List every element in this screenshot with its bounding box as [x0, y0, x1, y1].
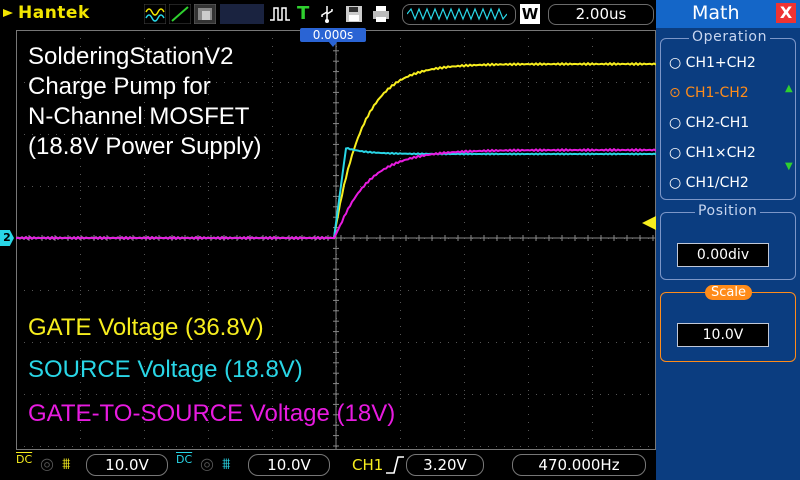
print-icon[interactable] — [370, 4, 392, 24]
persistence-icon[interactable] — [194, 4, 216, 24]
operation-label: CH1-CH2 — [685, 85, 749, 101]
ch1-bandwidth-icon: ◎ — [40, 454, 54, 473]
ch1-probe-icon: ⩩ — [62, 454, 71, 473]
frequency-readout: 470.000Hz — [512, 454, 646, 476]
legend-gate: GATE Voltage (36.8V) — [28, 314, 264, 341]
legend-source: SOURCE Voltage (18.8V) — [28, 356, 303, 383]
window-mode-indicator[interactable]: W — [520, 4, 540, 24]
ch2-probe-icon: ⩩ — [222, 454, 231, 473]
trigger-level-readout[interactable]: 3.20V — [406, 454, 484, 476]
waveform-display[interactable]: SolderingStationV2 Charge Pump for N-Cha… — [16, 28, 656, 450]
ch1-scale-readout[interactable]: 10.0V — [86, 454, 168, 476]
vector-display-icon[interactable] — [169, 4, 191, 24]
annotation-title-line: N-Channel MOSFET — [28, 103, 250, 130]
operation-label: CH1+CH2 — [685, 55, 756, 71]
memory-position-bar[interactable] — [402, 4, 516, 25]
position-value-field[interactable]: 0.00div — [677, 243, 769, 267]
waveform-overview-icon — [407, 7, 507, 21]
annotation-title-line: SolderingStationV2 — [28, 43, 234, 70]
status-blank-box — [220, 4, 264, 24]
trigger-level-arrow-icon[interactable] — [642, 216, 656, 230]
position-group: Position 0.00div — [660, 203, 796, 280]
ch2-coupling-label: DC — [176, 453, 193, 466]
top-status-bar: Hantek T W 2.00us — [0, 0, 656, 28]
scale-title: Scale — [705, 285, 752, 300]
operation-option-ch1-times-ch2[interactable]: ○ CH1×CH2 — [669, 145, 756, 161]
legend-gate-to-source: GATE-TO-SOURCE Voltage (18V) — [28, 400, 396, 427]
trigger-position-arrow-icon — [328, 41, 338, 47]
scale-group: Scale 10.0V — [660, 285, 796, 362]
brand-name: Hantek — [18, 3, 90, 23]
acquire-mode-icon[interactable] — [144, 4, 166, 24]
operation-option-ch1-div-ch2[interactable]: ○ CH1/CH2 — [669, 175, 749, 191]
ch2-scale-readout[interactable]: 10.0V — [248, 454, 330, 476]
trigger-channel-label: CH1 — [352, 456, 384, 474]
annotation-title-line: Charge Pump for — [28, 73, 211, 100]
operation-title: Operation — [689, 29, 771, 45]
math-menu-panel: Math X Operation ○ CH1+CH2 ⊙ CH1-CH2 ○ C… — [656, 0, 800, 480]
math-panel-header: Math X — [656, 0, 800, 28]
operation-label: CH1/CH2 — [685, 175, 749, 191]
ch2-bandwidth-icon: ◎ — [200, 454, 214, 473]
usb-icon — [321, 6, 333, 23]
hantek-logo-icon — [3, 9, 13, 17]
operation-option-ch1-minus-ch2[interactable]: ⊙ CH1-CH2 — [669, 85, 749, 101]
trigger-pulse-icon[interactable] — [268, 4, 292, 24]
close-button[interactable]: X — [776, 3, 796, 23]
scroll-down-icon[interactable]: ▼ — [785, 161, 793, 172]
operation-label: CH2-CH1 — [685, 115, 750, 131]
timebase-readout[interactable]: 2.00us — [548, 4, 654, 25]
operation-group: Operation ○ CH1+CH2 ⊙ CH1-CH2 ○ CH2-CH1 … — [660, 29, 796, 200]
trigger-rising-edge-icon[interactable] — [384, 455, 406, 475]
run-state-indicator[interactable]: T — [297, 3, 309, 24]
operation-option-ch1-plus-ch2[interactable]: ○ CH1+CH2 — [669, 55, 756, 71]
save-icon[interactable] — [344, 4, 364, 24]
math-panel-title: Math — [692, 2, 740, 24]
annotation-title-line: (18.8V Power Supply) — [28, 133, 262, 160]
bottom-status-bar: DC ◎ ⩩ 10.0V DC ◎ ⩩ 10.0V CH1 3.20V 470.… — [0, 452, 656, 480]
annotation-title: SolderingStationV2 Charge Pump for N-Cha… — [28, 42, 261, 162]
scroll-up-icon[interactable]: ▲ — [785, 83, 793, 94]
operation-option-ch2-minus-ch1[interactable]: ○ CH2-CH1 — [669, 115, 749, 131]
position-title: Position — [695, 203, 761, 219]
ch2-offset-marker[interactable]: 2 — [0, 230, 14, 246]
trigger-time-marker[interactable]: 0.000s — [300, 28, 366, 42]
operation-label: CH1×CH2 — [685, 145, 756, 161]
ch1-coupling-label: DC — [16, 453, 33, 466]
scale-value-field[interactable]: 10.0V — [677, 323, 769, 347]
